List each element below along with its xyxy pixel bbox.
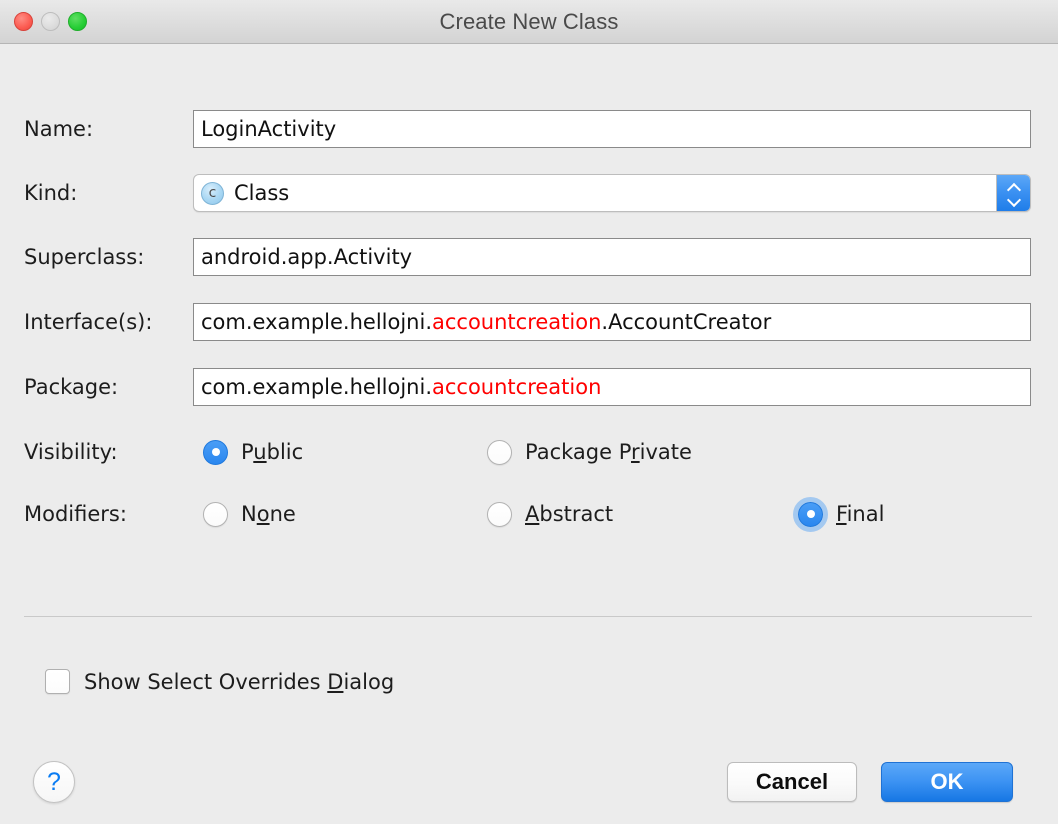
radio-label-abstract: Abstract bbox=[525, 502, 613, 526]
package-row: Package: com.example.hellojni.accountcre… bbox=[0, 367, 1058, 407]
cancel-button[interactable]: Cancel bbox=[727, 762, 857, 802]
class-c-icon: c bbox=[201, 182, 224, 205]
package-label: Package: bbox=[24, 375, 118, 399]
visibility-row: Visibility: Public Package Private bbox=[0, 432, 1058, 472]
package-segment-highlight: accountcreation bbox=[432, 375, 601, 399]
window-title: Create New Class bbox=[0, 9, 1058, 35]
radio-button-final[interactable] bbox=[798, 502, 823, 527]
help-button[interactable]: ? bbox=[33, 761, 75, 803]
interfaces-label: Interface(s): bbox=[24, 310, 152, 334]
kind-combobox[interactable]: c Class bbox=[193, 174, 1031, 212]
name-label: Name: bbox=[24, 117, 93, 141]
checkbox-input[interactable] bbox=[45, 669, 70, 694]
superclass-label: Superclass: bbox=[24, 245, 144, 269]
radio-button-package-private[interactable] bbox=[487, 440, 512, 465]
radio-modifier-none[interactable]: None bbox=[203, 502, 296, 527]
section-divider bbox=[24, 616, 1032, 617]
interfaces-segment-plain-2: .AccountCreator bbox=[601, 310, 771, 334]
chevron-down-icon[interactable] bbox=[1007, 195, 1021, 203]
package-input[interactable]: com.example.hellojni.accountcreation bbox=[193, 368, 1031, 406]
radio-label-none: None bbox=[241, 502, 296, 526]
window-titlebar: Create New Class bbox=[0, 0, 1058, 44]
radio-button-public[interactable] bbox=[203, 440, 228, 465]
checkbox-show-select-overrides-dialog[interactable]: Show Select Overrides Dialog bbox=[45, 669, 394, 694]
chevron-up-icon[interactable] bbox=[1007, 184, 1021, 192]
visibility-label: Visibility: bbox=[24, 440, 118, 464]
modifiers-label: Modifiers: bbox=[24, 502, 127, 526]
kind-stepper[interactable] bbox=[996, 175, 1030, 211]
superclass-row: Superclass: android.app.Activity bbox=[0, 237, 1058, 277]
radio-button-abstract[interactable] bbox=[487, 502, 512, 527]
interfaces-segment-plain-1: com.example.hellojni. bbox=[201, 310, 432, 334]
kind-label: Kind: bbox=[24, 181, 77, 205]
radio-modifier-abstract[interactable]: Abstract bbox=[487, 502, 613, 527]
superclass-input[interactable]: android.app.Activity bbox=[193, 238, 1031, 276]
checkbox-label: Show Select Overrides Dialog bbox=[84, 670, 394, 694]
radio-button-none[interactable] bbox=[203, 502, 228, 527]
radio-modifier-final[interactable]: Final bbox=[798, 502, 884, 527]
radio-label-package-private: Package Private bbox=[525, 440, 692, 464]
radio-label-public: Public bbox=[241, 440, 303, 464]
package-segment-plain: com.example.hellojni. bbox=[201, 375, 432, 399]
modifiers-row: Modifiers: None Abstract Final bbox=[0, 494, 1058, 534]
create-new-class-dialog: Create New Class Name: LoginActivity Kin… bbox=[0, 0, 1058, 824]
radio-visibility-package-private[interactable]: Package Private bbox=[487, 440, 692, 465]
radio-visibility-public[interactable]: Public bbox=[203, 440, 303, 465]
kind-selected-value: Class bbox=[234, 181, 289, 205]
radio-label-final: Final bbox=[836, 502, 884, 526]
kind-row: Kind: c Class bbox=[0, 173, 1058, 213]
ok-button[interactable]: OK bbox=[881, 762, 1013, 802]
interfaces-input[interactable]: com.example.hellojni.accountcreation.Acc… bbox=[193, 303, 1031, 341]
name-row: Name: LoginActivity bbox=[0, 109, 1058, 149]
interfaces-row: Interface(s): com.example.hellojni.accou… bbox=[0, 302, 1058, 342]
interfaces-segment-highlight: accountcreation bbox=[432, 310, 601, 334]
name-input[interactable]: LoginActivity bbox=[193, 110, 1031, 148]
